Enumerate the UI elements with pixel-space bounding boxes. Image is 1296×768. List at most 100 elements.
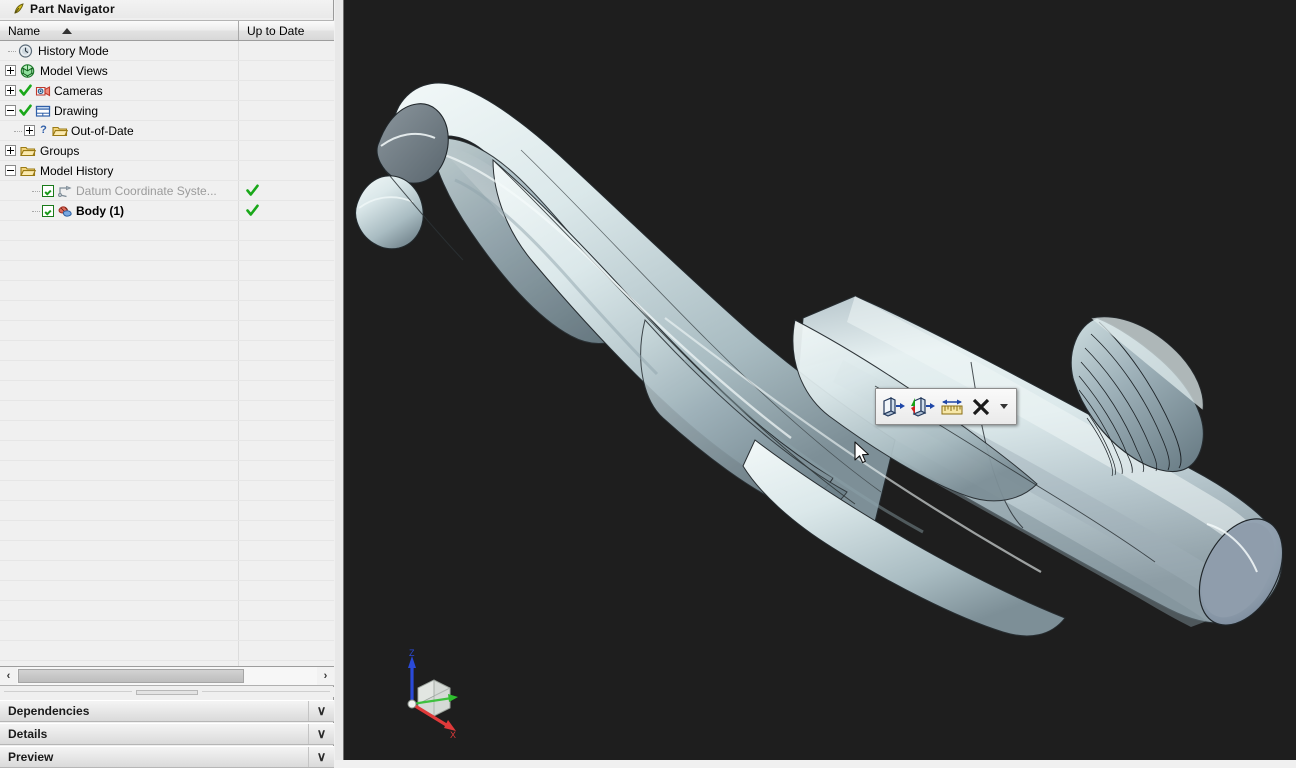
part-navigator-tree[interactable]: History Mode Model Views Cameras Drawing…: [0, 41, 334, 666]
tree-horizontal-scrollbar[interactable]: ‹ ›: [0, 666, 334, 686]
panel-splitter[interactable]: [0, 687, 334, 697]
tree-empty-row[interactable]: [0, 461, 334, 481]
extrude-icon[interactable]: [880, 392, 907, 421]
tree-guide-line: [32, 211, 40, 213]
popup-context-toolbar[interactable]: [875, 388, 1017, 425]
tree-column-header: Name Up to Date: [0, 20, 334, 41]
camera-icon: [35, 84, 51, 98]
arrow-cursor: [854, 441, 869, 464]
tree-empty-row[interactable]: [0, 641, 334, 661]
close-icon[interactable]: [967, 392, 994, 421]
tree-row-label: Drawing: [54, 103, 99, 118]
green-check-icon: [19, 84, 32, 97]
section-dependencies[interactable]: Dependencies ∨: [0, 700, 334, 722]
panel-title-label: Part Navigator: [30, 2, 115, 16]
tree-empty-row[interactable]: [0, 481, 334, 501]
tree-empty-row[interactable]: [0, 401, 334, 421]
tree-row-label: Groups: [40, 143, 80, 158]
tree-row-model-history[interactable]: Model History: [0, 161, 334, 181]
tree-row-label: Datum Coordinate Syste...: [76, 183, 217, 198]
extrude-direction-icon[interactable]: [909, 392, 936, 421]
feature-checkbox[interactable]: [42, 184, 54, 197]
status-cell: [238, 201, 333, 220]
tree-row-datum-csys[interactable]: Datum Coordinate Syste...: [0, 181, 334, 201]
tree-row-cameras[interactable]: Cameras: [0, 81, 334, 101]
expander-plus-icon[interactable]: [24, 125, 35, 136]
part-navigator-panel: Part Navigator Name Up to Date History M…: [0, 0, 334, 768]
tree-empty-row[interactable]: [0, 561, 334, 581]
datum-csys-icon: [57, 184, 73, 198]
tree-row-out-of-date[interactable]: ? Out-of-Date: [0, 121, 334, 141]
tree-empty-row[interactable]: [0, 601, 334, 621]
tree-row-label: Model History: [40, 163, 114, 178]
triad-axis-z: Z: [408, 648, 416, 704]
status-cell: [238, 181, 333, 200]
tree-empty-row[interactable]: [0, 621, 334, 641]
tree-empty-row[interactable]: [0, 261, 334, 281]
tree-row-label: History Mode: [38, 43, 109, 58]
tree-row-label: Model Views: [40, 63, 108, 78]
chevron-down-icon[interactable]: [997, 392, 1013, 421]
expander-plus-icon[interactable]: [5, 145, 16, 156]
panel-title-bar: Part Navigator: [0, 0, 333, 18]
body-feature-icon: [57, 204, 73, 218]
expander-minus-icon[interactable]: [5, 105, 16, 116]
tree-guide-line: [8, 51, 16, 53]
tree-guide-line: [32, 191, 40, 193]
section-preview-label: Preview: [8, 750, 54, 764]
tree-empty-row[interactable]: [0, 241, 334, 261]
scrollbar-track[interactable]: [17, 667, 317, 685]
scroll-left-arrow[interactable]: ‹: [0, 667, 17, 685]
section-preview[interactable]: Preview ∨: [0, 746, 334, 768]
tree-row-model-views[interactable]: Model Views: [0, 61, 334, 81]
scroll-right-arrow[interactable]: ›: [317, 667, 334, 685]
tree-empty-row[interactable]: [0, 301, 334, 321]
tree-empty-row[interactable]: [0, 441, 334, 461]
tree-empty-row[interactable]: [0, 321, 334, 341]
wcs-triad: Z X: [407, 648, 458, 740]
expander-plus-icon[interactable]: [5, 65, 16, 76]
tree-empty-row[interactable]: [0, 341, 334, 361]
model-views-cube-icon: [20, 63, 36, 78]
folder-icon: [20, 164, 36, 178]
green-check-icon: [246, 204, 259, 217]
expander-plus-icon[interactable]: [5, 85, 16, 96]
tree-row-history-mode[interactable]: History Mode: [0, 41, 334, 61]
section-details[interactable]: Details ∨: [0, 723, 334, 745]
measure-distance-icon[interactable]: [938, 392, 965, 421]
column-header-name-label: Name: [8, 23, 41, 38]
folder-icon: [52, 124, 68, 138]
column-header-uptodate-label: Up to Date: [247, 23, 305, 38]
tree-empty-row[interactable]: [0, 521, 334, 541]
tree-empty-row[interactable]: [0, 581, 334, 601]
tree-empty-row[interactable]: [0, 221, 334, 241]
column-header-uptodate[interactable]: Up to Date: [239, 21, 334, 40]
chevron-down-icon[interactable]: ∨: [308, 701, 334, 721]
tree-empty-row[interactable]: [0, 381, 334, 401]
section-dependencies-label: Dependencies: [8, 704, 90, 718]
folder-icon: [20, 144, 36, 158]
feature-checkbox[interactable]: [42, 204, 54, 217]
question-mark-icon: ?: [40, 124, 47, 136]
tree-row-drawing[interactable]: Drawing: [0, 101, 334, 121]
tree-empty-row[interactable]: [0, 501, 334, 521]
tree-empty-row[interactable]: [0, 541, 334, 561]
tree-empty-row[interactable]: [0, 281, 334, 301]
scrollbar-thumb[interactable]: [18, 669, 244, 683]
tree-row-groups[interactable]: Groups: [0, 141, 334, 161]
bookmark-leaf-icon: [13, 3, 25, 15]
tree-guide-line: [14, 131, 22, 133]
tree-row-body[interactable]: Body (1): [0, 201, 334, 221]
tree-empty-row[interactable]: [0, 361, 334, 381]
graphics-viewport[interactable]: Z X: [335, 0, 1296, 760]
column-header-name[interactable]: Name: [0, 21, 239, 40]
clock-icon: [18, 43, 34, 58]
green-check-icon: [19, 104, 32, 117]
green-check-icon: [246, 184, 259, 197]
splitter-grip[interactable]: [136, 689, 198, 695]
twist-drill-model[interactable]: Z X: [335, 0, 1296, 760]
tree-empty-row[interactable]: [0, 421, 334, 441]
chevron-down-icon[interactable]: ∨: [308, 747, 334, 767]
expander-minus-icon[interactable]: [5, 165, 16, 176]
chevron-down-icon[interactable]: ∨: [308, 724, 334, 744]
